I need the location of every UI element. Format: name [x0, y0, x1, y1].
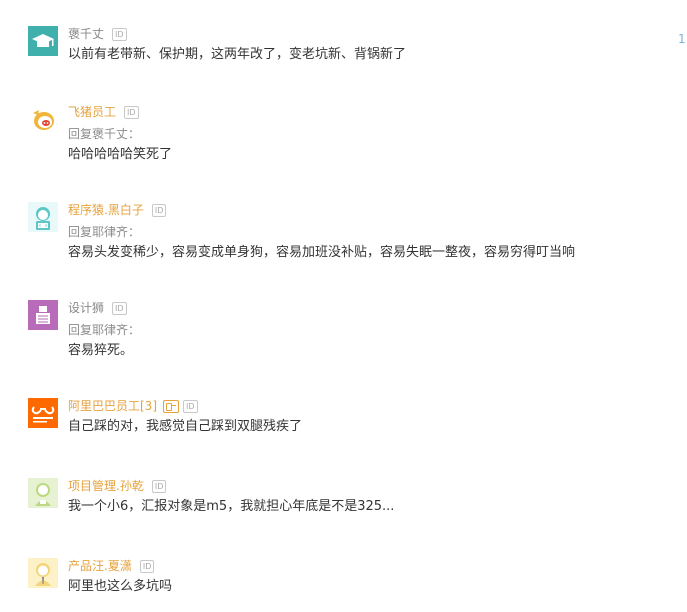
username-link[interactable]: 飞猪员工 [68, 104, 116, 120]
comment-meta: 褒千丈 ID [68, 26, 668, 42]
user-avatar[interactable] [28, 398, 58, 428]
user-avatar[interactable] [28, 478, 58, 508]
designer-icon [28, 300, 58, 330]
user-avatar[interactable] [28, 104, 58, 134]
comment-meta: 设计狮 ID [68, 300, 668, 316]
comment-body: 设计狮 ID 回复耶律齐： 容易猝死。 [68, 300, 668, 360]
comment-body: 阿里巴巴员工[3] ID 自己踩的对，我感觉自己踩到双腿残疾了 [68, 398, 668, 436]
product-manager-icon [28, 558, 58, 588]
username-link[interactable]: 阿里巴巴员工[3] [68, 398, 157, 414]
pig-logo-icon [28, 104, 58, 134]
username-link[interactable]: 项目管理.孙乾 [68, 478, 144, 494]
comment-body: 褒千丈 ID 以前有老带新、保护期，这两年改了，变老坑新、背锅新了 [68, 26, 668, 64]
user-avatar[interactable] [28, 26, 58, 56]
verified-medal-icon [163, 399, 179, 413]
comment-text: 阿里也这么多坑吗 [68, 579, 173, 594]
username-link[interactable]: 程序猿.黑白子 [68, 202, 144, 218]
page-number[interactable]: 1 [678, 32, 686, 46]
comment-text: 我一个小6，汇报对象是m5，我就担心年底是不是325... [68, 499, 395, 514]
comment-body: 项目管理.孙乾 ID 我一个小6，汇报对象是m5，我就担心年底是不是325... [68, 478, 668, 516]
comment-body: 飞猪员工 ID 回复褒千丈： 哈哈哈哈哈笑死了 [68, 104, 668, 164]
comment-meta: 程序猿.黑白子 ID [68, 202, 668, 218]
comment-text: 以前有老带新、保护期，这两年改了，变老坑新、背锅新了 [68, 47, 407, 62]
id-badge: ID [112, 301, 127, 315]
reply-prefix: 回复 [68, 323, 93, 337]
reply-target-link[interactable]: 耶律齐： [92, 225, 140, 239]
alibaba-logo-icon [28, 398, 58, 428]
programmer-icon [28, 202, 58, 232]
graduation-cap-icon [28, 26, 58, 56]
id-badge: ID [183, 399, 198, 413]
reply-to-line: 回复褒千丈： [68, 126, 668, 142]
user-avatar[interactable] [28, 558, 58, 588]
username-link[interactable]: 褒千丈 [68, 26, 104, 42]
comment-body: 程序猿.黑白子 ID 回复耶律齐： 容易头发变稀少，容易变成单身狗，容易加班没补… [68, 202, 668, 262]
username-link[interactable]: 设计狮 [68, 300, 104, 316]
comment-list: 褒千丈 ID 以前有老带新、保护期，这两年改了，变老坑新、背锅新了 飞猪员工 I… [0, 0, 687, 612]
comment-meta: 阿里巴巴员工[3] ID [68, 398, 668, 414]
reply-target-link[interactable]: 耶律齐： [92, 323, 140, 337]
id-badge: ID [139, 559, 155, 573]
reply-prefix: 回复 [68, 225, 93, 239]
reply-to-line: 回复耶律齐： [68, 322, 668, 338]
id-badge: ID [151, 479, 167, 493]
user-avatar[interactable] [28, 300, 58, 330]
comment-meta: 产品汪.夏潇 ID [68, 558, 668, 574]
reply-target-link[interactable]: 褒千丈： [92, 127, 140, 141]
reply-prefix: 回复 [68, 127, 93, 141]
comment-text: 容易头发变稀少，容易变成单身狗，容易加班没补贴，容易失眠一整夜，容易穷得叮当响 [68, 245, 576, 260]
user-avatar[interactable] [28, 202, 58, 232]
comment-text: 自己踩的对，我感觉自己踩到双腿残疾了 [68, 419, 303, 434]
comment-text: 容易猝死。 [68, 343, 134, 358]
id-badge: ID [112, 27, 127, 41]
username-link[interactable]: 产品汪.夏潇 [68, 558, 132, 574]
project-manager-icon [28, 478, 58, 508]
id-badge: ID [151, 203, 167, 217]
comment-meta: 项目管理.孙乾 ID [68, 478, 668, 494]
comment-body: 产品汪.夏潇 ID 阿里也这么多坑吗 [68, 558, 668, 596]
reply-to-line: 回复耶律齐： [68, 224, 668, 240]
comment-text: 哈哈哈哈哈笑死了 [68, 147, 173, 162]
comment-meta: 飞猪员工 ID [68, 104, 668, 120]
id-badge: ID [124, 105, 139, 119]
